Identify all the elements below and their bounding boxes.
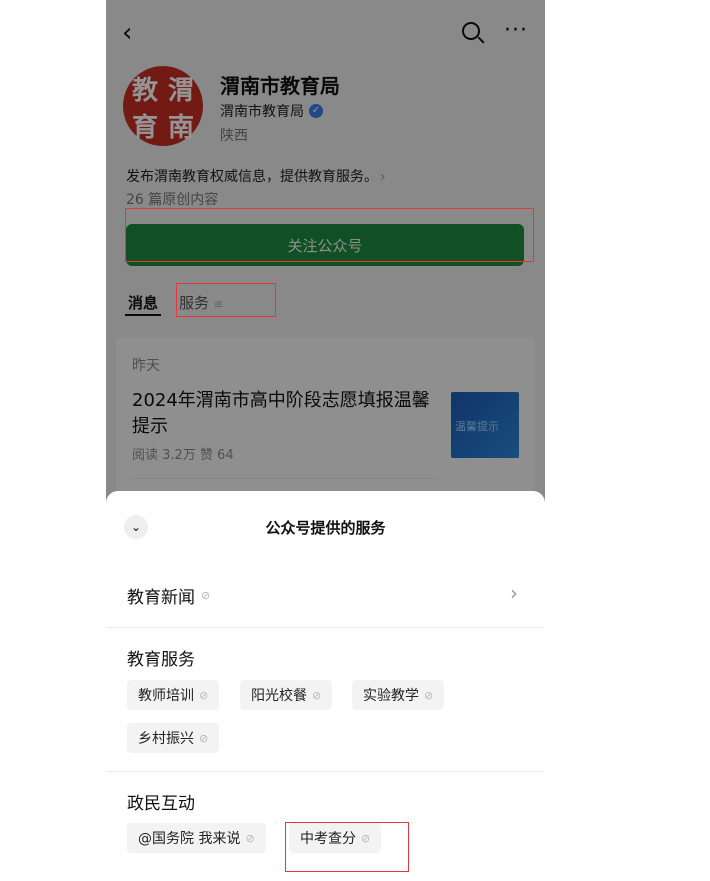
chip-label: @国务院 我来说	[138, 831, 241, 847]
service-chip[interactable]: 实验教学 ⊘	[352, 680, 445, 710]
service-education-news[interactable]: 教育新闻 ⊘	[127, 583, 210, 608]
section-title: 政民互动	[127, 794, 195, 814]
divider	[106, 771, 545, 772]
service-chip[interactable]: 教师培训 ⊘	[127, 680, 220, 710]
service-chip[interactable]: @国务院 我来说 ⊘	[127, 823, 266, 853]
link-icon: ⊘	[245, 831, 255, 845]
chip-label: 实验教学	[363, 688, 419, 704]
chevron-right-icon[interactable]: ›	[510, 581, 518, 605]
link-icon: ⊘	[201, 589, 211, 602]
link-icon: ⊘	[312, 688, 322, 702]
wechat-official-account-page: ‹ ··· 教 渭 育 南 渭南市教育局 渭南市教育局 ✓ 陕西 发布渭南教育权…	[106, 0, 545, 881]
service-chip[interactable]: 乡村振兴 ⊘	[127, 723, 220, 753]
section-title: 教育服务	[127, 650, 195, 670]
sheet-title: 公众号提供的服务	[265, 519, 386, 537]
divider	[106, 627, 545, 628]
chip-label: 阳光校餐	[251, 688, 307, 704]
link-icon: ⊘	[199, 688, 209, 702]
service-label: 教育新闻	[127, 588, 195, 608]
chip-label: 乡村振兴	[138, 731, 194, 747]
highlight-box	[125, 208, 534, 262]
service-chip[interactable]: 阳光校餐 ⊘	[240, 680, 333, 710]
link-icon: ⊘	[424, 688, 434, 702]
link-icon: ⊘	[199, 731, 209, 745]
highlight-box	[285, 822, 409, 872]
highlight-box	[176, 283, 276, 317]
chip-label: 教师培训	[138, 688, 194, 704]
